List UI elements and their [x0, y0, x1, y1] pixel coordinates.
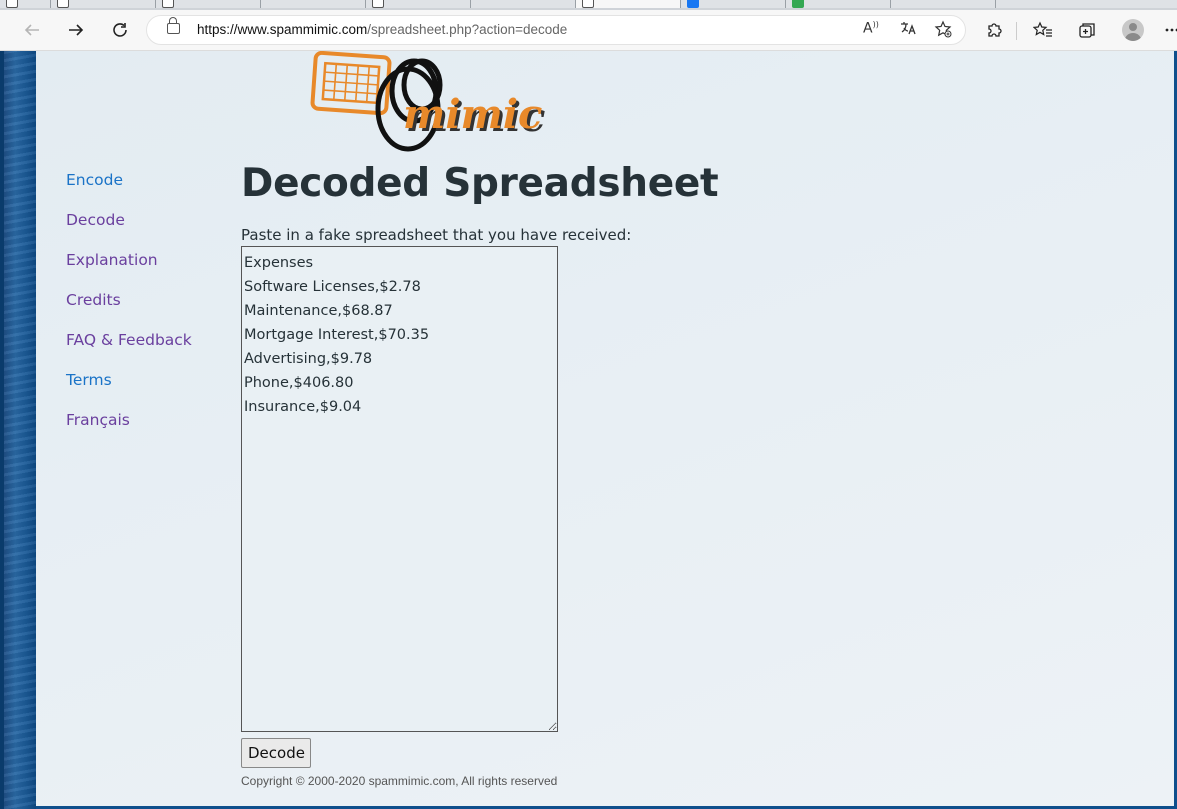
- tab-active[interactable]: [576, 0, 681, 8]
- tab[interactable]: [891, 0, 996, 8]
- background-texture: [4, 51, 36, 809]
- tab-favicon-icon: [582, 0, 594, 8]
- browser-toolbar: https://www.spammimic.com/spreadsheet.ph…: [0, 10, 1177, 51]
- nav-francais[interactable]: Français: [66, 411, 192, 451]
- tab-favicon-icon: [687, 0, 699, 8]
- tab[interactable]: [681, 0, 786, 8]
- textarea-prompt: Paste in a fake spreadsheet that you hav…: [241, 226, 632, 244]
- forward-arrow-icon[interactable]: [64, 18, 88, 42]
- tab[interactable]: [366, 0, 471, 8]
- tab[interactable]: [786, 0, 891, 8]
- tab-favicon-icon: [57, 0, 69, 8]
- logo-text: mimic: [403, 91, 542, 138]
- tab[interactable]: [996, 0, 1177, 8]
- profile-avatar[interactable]: [1122, 19, 1144, 41]
- page-content: mimic mimic Encode Decode Explanation Cr…: [36, 51, 1174, 806]
- page-title: Decoded Spreadsheet: [241, 161, 719, 206]
- sidebar-nav: Encode Decode Explanation Credits FAQ & …: [66, 171, 192, 451]
- nav-terms[interactable]: Terms: [66, 371, 192, 411]
- collections-icon[interactable]: [1075, 18, 1099, 42]
- nav-faq-feedback[interactable]: FAQ & Feedback: [66, 331, 192, 371]
- more-menu-icon[interactable]: [1160, 18, 1177, 42]
- toolbar-divider: [1016, 22, 1017, 40]
- nav-encode[interactable]: Encode: [66, 171, 192, 211]
- tab-favicon-icon: [372, 0, 384, 8]
- refresh-icon[interactable]: [108, 18, 132, 42]
- address-url[interactable]: https://www.spammimic.com/spreadsheet.ph…: [197, 22, 567, 37]
- translate-icon[interactable]: [899, 20, 917, 40]
- extensions-puzzle-icon[interactable]: [982, 18, 1006, 42]
- tab[interactable]: [261, 0, 366, 8]
- nav-decode[interactable]: Decode: [66, 211, 192, 251]
- tab-favicon-icon: [162, 0, 174, 8]
- back-arrow-icon[interactable]: [20, 18, 44, 42]
- tab-favicon-icon: [792, 0, 804, 8]
- tab[interactable]: [471, 0, 576, 8]
- nav-explanation[interactable]: Explanation: [66, 251, 192, 291]
- url-host: https://www.spammimic.com: [197, 22, 368, 37]
- spammimic-logo[interactable]: mimic mimic: [310, 51, 550, 153]
- tab-favicon-icon: [6, 0, 18, 8]
- tab[interactable]: [156, 0, 261, 8]
- tab[interactable]: [51, 0, 156, 8]
- spreadsheet-input[interactable]: Expenses Software Licenses,$2.78 Mainten…: [241, 246, 558, 732]
- page-viewport: mimic mimic Encode Decode Explanation Cr…: [0, 51, 1177, 809]
- lock-icon[interactable]: [167, 17, 180, 34]
- decode-button[interactable]: Decode: [241, 738, 311, 768]
- tab[interactable]: [0, 0, 51, 8]
- read-aloud-icon[interactable]: A)): [863, 20, 879, 37]
- favorites-icon[interactable]: [1031, 18, 1055, 42]
- url-path: /spreadsheet.php?action=decode: [367, 22, 568, 37]
- tab-strip: [0, 0, 1177, 10]
- copyright-footer: Copyright © 2000-2020 spammimic.com, All…: [241, 774, 558, 788]
- nav-credits[interactable]: Credits: [66, 291, 192, 331]
- add-favorite-star-icon[interactable]: [934, 20, 952, 42]
- address-bar[interactable]: https://www.spammimic.com/spreadsheet.ph…: [146, 15, 966, 45]
